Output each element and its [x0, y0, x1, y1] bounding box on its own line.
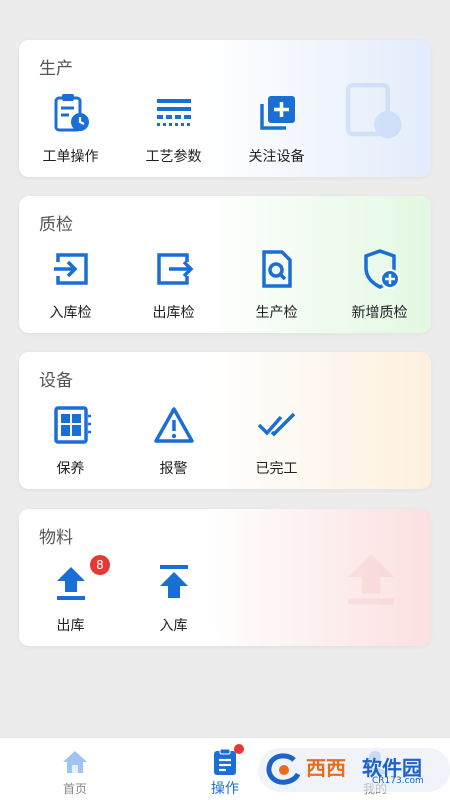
section-title: 物料 — [39, 528, 73, 548]
double-check-icon — [256, 404, 298, 446]
section-title: 生产 — [39, 59, 73, 79]
card-production: 生产 工单操作 工艺参数 关注设备 — [19, 40, 431, 177]
clipboard-clock-icon — [50, 92, 92, 134]
item-label: 保养 — [56, 461, 85, 477]
upload-icon — [50, 561, 92, 603]
item-work-order[interactable]: 工单操作 — [19, 90, 122, 170]
shield-add-icon — [359, 248, 401, 290]
item-process-params[interactable]: 工艺参数 — [122, 90, 225, 170]
top-upload-icon — [153, 561, 195, 603]
item-label: 报警 — [159, 461, 188, 477]
nav-label: 首页 — [62, 782, 87, 796]
item-label: 入库检 — [49, 305, 92, 321]
chip-icon — [50, 404, 92, 446]
item-maintenance[interactable]: 保养 — [19, 402, 122, 482]
watermark-name-a: 西西 — [306, 756, 346, 780]
item-label: 已完工 — [255, 461, 298, 477]
watermark: 西西 软件园 CR173.com — [258, 748, 450, 792]
home-icon — [61, 748, 89, 776]
enter-icon — [50, 248, 92, 290]
process-lines-icon — [153, 92, 195, 134]
item-label: 工单操作 — [42, 149, 99, 165]
warning-icon — [153, 404, 195, 446]
item-completed[interactable]: 已完工 — [225, 402, 328, 482]
card-material: 物料 8 出库 入库 — [19, 509, 431, 646]
card-equipment: 设备 保养 报警 已完工 — [19, 352, 431, 489]
watermark-url: CR173.com — [372, 776, 424, 786]
item-alarm[interactable]: 报警 — [122, 402, 225, 482]
count-badge: 8 — [90, 555, 110, 575]
item-material-out[interactable]: 8 出库 — [19, 555, 122, 639]
item-label: 入库 — [159, 618, 188, 634]
item-label: 出库检 — [152, 305, 195, 321]
item-inbound-check[interactable]: 入库检 — [19, 246, 122, 326]
item-follow-device[interactable]: 关注设备 — [225, 90, 328, 170]
notification-dot — [234, 744, 244, 754]
section-title: 设备 — [39, 371, 73, 391]
exit-icon — [153, 248, 195, 290]
item-production-check[interactable]: 生产检 — [225, 246, 328, 326]
nav-home[interactable]: 首页 — [0, 738, 150, 800]
item-label: 工艺参数 — [145, 149, 202, 165]
watermark-logo-icon — [264, 752, 302, 788]
item-material-in[interactable]: 入库 — [122, 559, 225, 639]
card-quality: 质检 入库检 出库检 生产检 新增质检 — [19, 196, 431, 333]
section-title: 质检 — [39, 215, 73, 235]
item-label: 生产检 — [255, 305, 298, 321]
item-outbound-check[interactable]: 出库检 — [122, 246, 225, 326]
item-label: 关注设备 — [248, 149, 305, 165]
item-label: 出库 — [56, 618, 85, 634]
item-label: 新增质检 — [351, 305, 408, 321]
document-search-icon — [256, 248, 298, 290]
item-add-quality-check[interactable]: 新增质检 — [328, 246, 431, 326]
add-copy-icon — [256, 92, 298, 134]
